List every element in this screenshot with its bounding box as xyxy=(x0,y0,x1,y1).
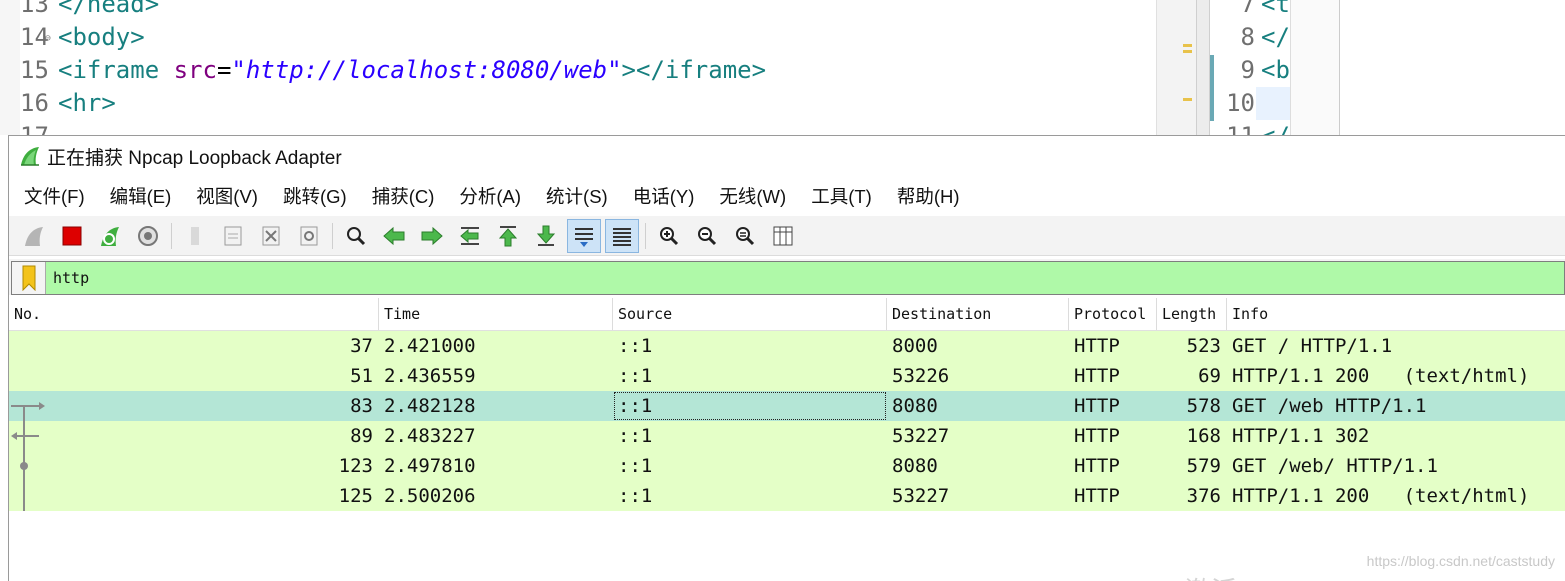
fold-icon[interactable]: ⊖ xyxy=(45,33,51,44)
shark-fin-capture-icon xyxy=(21,147,39,166)
column-header-destination[interactable]: Destination xyxy=(887,298,1069,330)
menu-statistics[interactable]: 统计(S) xyxy=(537,183,624,209)
code-text: <hr> xyxy=(58,89,116,117)
normal-size-icon[interactable] xyxy=(728,219,762,253)
window-title: 正在捕获 Npcap Loopback Adapter xyxy=(47,147,342,169)
title-bar[interactable]: 正在捕获 Npcap Loopback Adapter xyxy=(9,136,1565,176)
filter-bookmark-icon[interactable] xyxy=(12,262,46,294)
column-header-time[interactable]: Time xyxy=(379,298,613,330)
request-arrow-icon xyxy=(11,402,45,421)
main-toolbar xyxy=(9,216,1565,256)
editor-split-sash[interactable] xyxy=(1196,0,1210,135)
code-line: 11</ xyxy=(1215,120,1290,135)
menu-capture[interactable]: 捕获(C) xyxy=(363,183,451,209)
toolbar-separator xyxy=(332,222,333,249)
code-text: </head> xyxy=(58,0,160,18)
menu-tools[interactable]: 工具(T) xyxy=(802,183,888,209)
change-bar xyxy=(1210,55,1214,121)
column-header-length[interactable]: Length xyxy=(1157,298,1227,330)
packet-row[interactable]: 125 2.500206 ::1 53227 HTTP 376 HTTP/1.1… xyxy=(9,481,1565,511)
go-back-icon[interactable] xyxy=(377,219,411,253)
code-line: 14⊖ <body> xyxy=(20,21,1156,54)
watermark: https://blog.csdn.net/caststudy xyxy=(1366,553,1555,569)
start-capture-icon[interactable] xyxy=(17,219,51,253)
resize-columns-icon[interactable] xyxy=(766,219,800,253)
editor-gutter xyxy=(0,0,20,135)
line-number: 16 xyxy=(20,89,49,117)
menu-edit[interactable]: 编辑(E) xyxy=(101,183,188,209)
save-file-icon[interactable] xyxy=(216,219,250,253)
menu-file[interactable]: 文件(F) xyxy=(15,183,101,209)
menu-telephony[interactable]: 电话(Y) xyxy=(624,183,711,209)
zoom-out-icon[interactable] xyxy=(690,219,724,253)
column-header-no[interactable]: No. xyxy=(9,298,379,330)
focused-cell: ::1 xyxy=(613,391,887,421)
line-number: 17 xyxy=(20,120,58,135)
line-number: 13 xyxy=(20,0,49,18)
line-number: 15 xyxy=(20,56,49,84)
display-filter xyxy=(11,261,1565,295)
reload-file-icon[interactable] xyxy=(292,219,326,253)
editor-scrollbar[interactable] xyxy=(1290,0,1340,135)
code-line: 17 xyxy=(20,120,1156,135)
menu-wireless[interactable]: 无线(W) xyxy=(710,183,802,209)
code-line: 7 <t xyxy=(1240,0,1290,18)
find-packet-icon[interactable] xyxy=(339,219,373,253)
packet-row-selected[interactable]: 83 2.482128 ::1 8080 HTTP 578 GET /web H… xyxy=(9,391,1565,421)
last-packet-icon[interactable] xyxy=(529,219,563,253)
code-line: 13 </head> xyxy=(20,0,1156,21)
related-line-icon xyxy=(23,481,25,511)
menu-bar: 文件(F) 编辑(E) 视图(V) 跳转(G) 捕获(C) 分析(A) 统计(S… xyxy=(9,176,1565,216)
packet-list-header: No. Time Source Destination Protocol Len… xyxy=(9,298,1565,331)
menu-go[interactable]: 跳转(G) xyxy=(274,183,363,209)
activation-ghost-text: 激活 Wind xyxy=(1185,571,1303,581)
toolbar-separator xyxy=(171,222,172,249)
stop-capture-icon[interactable] xyxy=(55,219,89,253)
column-header-info[interactable]: Info xyxy=(1227,298,1565,330)
column-header-source[interactable]: Source xyxy=(613,298,887,330)
ruler-marker[interactable] xyxy=(1183,44,1192,47)
packet-list: No. Time Source Destination Protocol Len… xyxy=(9,298,1565,511)
packet-row[interactable]: 37 2.421000 ::1 8000 HTTP 523 GET / HTTP… xyxy=(9,331,1565,361)
go-to-packet-icon[interactable] xyxy=(453,219,487,253)
overview-ruler[interactable] xyxy=(1156,0,1196,135)
menu-view[interactable]: 视图(V) xyxy=(187,183,274,209)
code-line: 10 xyxy=(1226,89,1255,117)
restart-capture-icon[interactable] xyxy=(93,219,127,253)
ruler-marker[interactable] xyxy=(1183,98,1192,101)
code-editor-background: 13 </head> 14⊖ <body> 15 <iframe src="http:… xyxy=(0,0,1565,135)
menu-analyze[interactable]: 分析(A) xyxy=(450,183,537,209)
first-packet-icon[interactable] xyxy=(491,219,525,253)
go-forward-icon[interactable] xyxy=(415,219,449,253)
response-arrow-icon xyxy=(11,421,39,451)
editor-right-pane: 7<t 8</ 9<b 10 11</ xyxy=(1210,0,1290,135)
code-line: 9 <b xyxy=(1240,56,1290,84)
capture-options-icon[interactable] xyxy=(131,219,165,253)
close-file-icon[interactable] xyxy=(254,219,288,253)
packet-row[interactable]: 123 2.497810 ::1 8080 HTTP 579 GET /web/… xyxy=(9,451,1565,481)
code-line: 16 <hr> xyxy=(20,87,1156,120)
packet-row[interactable]: 51 2.436559 ::1 53226 HTTP 69 HTTP/1.1 2… xyxy=(9,361,1565,391)
ruler-marker[interactable] xyxy=(1183,50,1192,53)
wireshark-window: 正在捕获 Npcap Loopback Adapter 文件(F) 编辑(E) … xyxy=(8,135,1565,581)
display-filter-bar xyxy=(9,259,1565,295)
zoom-in-icon[interactable] xyxy=(652,219,686,253)
packet-row[interactable]: 89 2.483227 ::1 53227 HTTP 168 HTTP/1.1 … xyxy=(9,421,1565,451)
related-packet-dot-icon xyxy=(20,451,28,481)
colorize-icon[interactable] xyxy=(605,218,639,253)
code-text: <body> xyxy=(58,23,145,51)
auto-scroll-icon[interactable] xyxy=(567,218,601,253)
editor-left-pane: 13 </head> 14⊖ <body> 15 <iframe src="http:… xyxy=(20,0,1156,135)
open-file-icon[interactable] xyxy=(178,219,212,253)
column-header-protocol[interactable]: Protocol xyxy=(1069,298,1157,330)
display-filter-input[interactable] xyxy=(46,263,1564,293)
toolbar-separator xyxy=(645,222,646,249)
menu-help[interactable]: 帮助(H) xyxy=(888,183,976,209)
code-line: 15 <iframe src="http://localhost:8080/web… xyxy=(20,54,1156,87)
code-line: 8 </ xyxy=(1240,23,1290,51)
